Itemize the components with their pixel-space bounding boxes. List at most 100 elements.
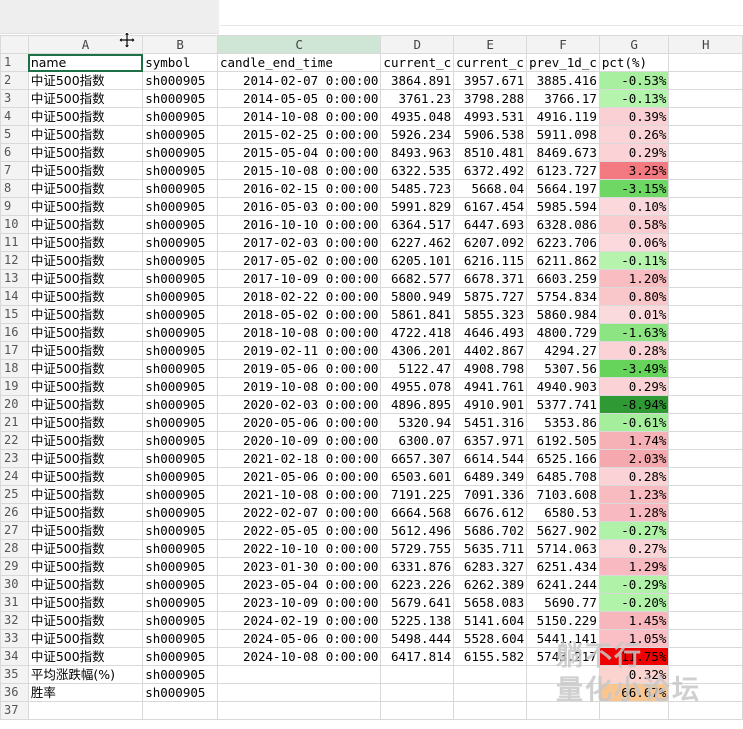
row-number[interactable]: 16 bbox=[0, 323, 29, 342]
cell-name[interactable]: 中证500指数 bbox=[27, 161, 144, 180]
cell-prev-close[interactable]: 8469.673 bbox=[526, 143, 600, 162]
cell-empty[interactable] bbox=[668, 359, 743, 378]
cell-prev-close[interactable]: 5627.902 bbox=[526, 521, 600, 540]
cell-pct[interactable]: 0.58% bbox=[598, 215, 670, 234]
cell-current-close-2[interactable]: 5451.316 bbox=[453, 413, 528, 432]
cell-candle-end-time[interactable]: 2020-05-06 0:00:00 bbox=[216, 413, 382, 432]
cell-candle-end-time[interactable]: 2014-10-08 0:00:00 bbox=[216, 107, 382, 126]
cell-current-close[interactable]: 6223.226 bbox=[380, 575, 455, 594]
cell-current-close-2[interactable]: 4941.761 bbox=[453, 377, 528, 396]
cell-candle-end-time[interactable]: 2019-10-08 0:00:00 bbox=[216, 377, 382, 396]
cell-candle-end-time[interactable]: 2024-02-19 0:00:00 bbox=[216, 611, 382, 630]
cell-symbol[interactable]: sh000905 bbox=[142, 89, 218, 108]
cell-candle-end-time[interactable]: 2022-02-07 0:00:00 bbox=[216, 503, 382, 522]
cell-prev-close[interactable]: 5714.063 bbox=[526, 539, 600, 558]
cell-prev-close[interactable]: 6580.53 bbox=[526, 503, 600, 522]
cell-name[interactable]: 中证500指数 bbox=[27, 89, 144, 108]
cell-current-close[interactable]: 4955.078 bbox=[380, 377, 455, 396]
cell-candle-end-time[interactable]: 2023-10-09 0:00:00 bbox=[216, 593, 382, 612]
cell-current-close-2[interactable]: 5658.083 bbox=[453, 593, 528, 612]
cell-current-close[interactable]: 4896.895 bbox=[380, 395, 455, 414]
cell-empty[interactable] bbox=[668, 287, 743, 306]
cell-current-close-2[interactable]: 4993.531 bbox=[453, 107, 528, 126]
cell-prev-close[interactable]: 5690.77 bbox=[526, 593, 600, 612]
cell-current-close[interactable]: 5612.496 bbox=[380, 521, 455, 540]
cell-pct[interactable]: -0.27% bbox=[598, 521, 670, 540]
cell-current-close[interactable]: 6300.07 bbox=[380, 431, 455, 450]
cell-pct[interactable]: 0.28% bbox=[598, 467, 670, 486]
cell-empty[interactable] bbox=[668, 449, 743, 468]
cell-pct[interactable]: -0.11% bbox=[598, 251, 670, 270]
cell-symbol[interactable]: sh000905 bbox=[142, 575, 218, 594]
select-all-corner[interactable] bbox=[0, 35, 29, 54]
cell-symbol[interactable]: sh000905 bbox=[142, 125, 218, 144]
cell-pct[interactable]: 0.06% bbox=[598, 233, 670, 252]
cell-current-close-2[interactable]: 5875.727 bbox=[453, 287, 528, 306]
cell-empty[interactable] bbox=[668, 233, 743, 252]
cell-symbol[interactable]: sh000905 bbox=[142, 287, 218, 306]
cell-current-close-2[interactable]: 6372.492 bbox=[453, 161, 528, 180]
cell-candle-end-time[interactable]: 2024-05-06 0:00:00 bbox=[216, 629, 382, 648]
cell-empty[interactable] bbox=[453, 665, 528, 684]
cell-current-close-2[interactable]: 6207.092 bbox=[453, 233, 528, 252]
cell-candle-end-time[interactable]: 2020-10-09 0:00:00 bbox=[216, 431, 382, 450]
cell-symbol[interactable]: sh000905 bbox=[142, 503, 218, 522]
cell-header-current-close[interactable]: current_c bbox=[380, 53, 455, 72]
cell-candle-end-time[interactable]: 2018-10-08 0:00:00 bbox=[216, 323, 382, 342]
cell-pct[interactable]: 0.29% bbox=[598, 143, 670, 162]
cell-current-close[interactable]: 6417.814 bbox=[380, 647, 455, 666]
cell-name[interactable]: 中证500指数 bbox=[27, 107, 144, 126]
cell-name[interactable]: 中证500指数 bbox=[27, 305, 144, 324]
cell-current-close[interactable]: 6657.307 bbox=[380, 449, 455, 468]
row-number[interactable]: 5 bbox=[0, 125, 29, 144]
cell-prev-close[interactable]: 5307.56 bbox=[526, 359, 600, 378]
cell-current-close[interactable]: 4935.048 bbox=[380, 107, 455, 126]
cell-prev-close[interactable]: 5150.229 bbox=[526, 611, 600, 630]
cell-symbol[interactable]: sh000905 bbox=[142, 557, 218, 576]
cell-name[interactable]: 中证500指数 bbox=[27, 611, 144, 630]
cell-name[interactable]: 中证500指数 bbox=[27, 197, 144, 216]
cell-symbol[interactable]: sh000905 bbox=[142, 377, 218, 396]
cell-empty[interactable] bbox=[668, 323, 743, 342]
cell-pct[interactable]: 0.39% bbox=[598, 107, 670, 126]
row-number[interactable]: 28 bbox=[0, 539, 29, 558]
row-number[interactable]: 13 bbox=[0, 269, 29, 288]
cell-prev-close[interactable]: 6123.727 bbox=[526, 161, 600, 180]
cell-candle-end-time[interactable]: 2023-01-30 0:00:00 bbox=[216, 557, 382, 576]
cell-candle-end-time[interactable]: 2023-05-04 0:00:00 bbox=[216, 575, 382, 594]
cell-current-close-2[interactable]: 4646.493 bbox=[453, 323, 528, 342]
cell-symbol[interactable]: sh000905 bbox=[142, 359, 218, 378]
row-number[interactable]: 36 bbox=[0, 683, 29, 702]
cell-current-close[interactable]: 3761.23 bbox=[380, 89, 455, 108]
cell-name[interactable]: 中证500指数 bbox=[27, 377, 144, 396]
row-number[interactable]: 1 bbox=[0, 53, 29, 72]
cell-prev-close[interactable]: 6251.434 bbox=[526, 557, 600, 576]
cell-current-close-2[interactable]: 5855.323 bbox=[453, 305, 528, 324]
cell-empty[interactable] bbox=[668, 341, 743, 360]
cell-pct[interactable]: 0.29% bbox=[598, 377, 670, 396]
cell-empty[interactable] bbox=[668, 503, 743, 522]
cell-candle-end-time[interactable]: 2019-05-06 0:00:00 bbox=[216, 359, 382, 378]
cell-current-close-2[interactable]: 6678.371 bbox=[453, 269, 528, 288]
cell-empty[interactable] bbox=[668, 179, 743, 198]
cell-prev-close[interactable]: 5911.098 bbox=[526, 125, 600, 144]
cell-current-close[interactable]: 5861.841 bbox=[380, 305, 455, 324]
row-number[interactable]: 18 bbox=[0, 359, 29, 378]
cell-empty[interactable] bbox=[668, 125, 743, 144]
column-header-f[interactable]: F bbox=[526, 35, 600, 54]
cell-pct[interactable]: 1.29% bbox=[598, 557, 670, 576]
cell-empty[interactable] bbox=[668, 539, 743, 558]
cell-prev-close[interactable]: 4940.903 bbox=[526, 377, 600, 396]
cell-current-close-2[interactable]: 6216.115 bbox=[453, 251, 528, 270]
cell-current-close-2[interactable]: 5686.702 bbox=[453, 521, 528, 540]
cell-current-close[interactable]: 5729.755 bbox=[380, 539, 455, 558]
cell-pct[interactable]: 1.45% bbox=[598, 611, 670, 630]
cell-name[interactable]: 中证500指数 bbox=[27, 467, 144, 486]
cell-pct[interactable]: 0.28% bbox=[598, 341, 670, 360]
column-header-g[interactable]: G bbox=[598, 35, 670, 54]
row-number[interactable]: 26 bbox=[0, 503, 29, 522]
cell-current-close-2[interactable]: 6357.971 bbox=[453, 431, 528, 450]
cell-symbol[interactable]: sh000905 bbox=[142, 683, 218, 702]
cell-empty[interactable] bbox=[668, 89, 743, 108]
cell-current-close-2[interactable]: 5906.538 bbox=[453, 125, 528, 144]
